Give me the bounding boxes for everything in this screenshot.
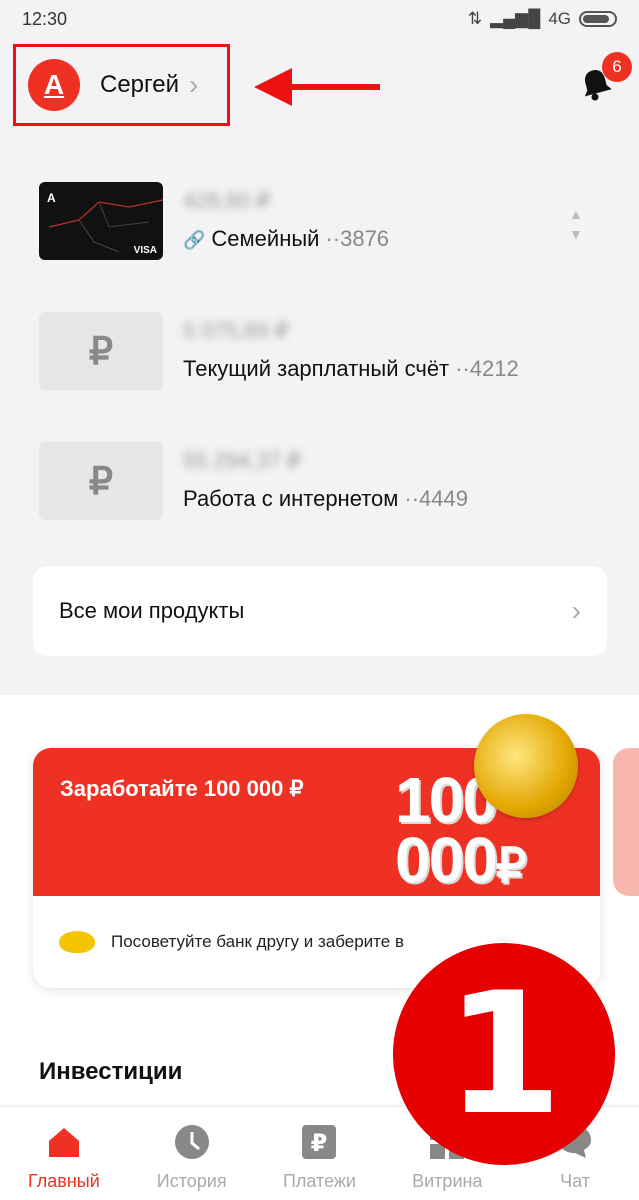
nav-label: Главный xyxy=(28,1171,100,1191)
nav-label: Чат xyxy=(560,1171,591,1191)
investments-heading: Инвестиции xyxy=(39,1058,183,1085)
svg-text:А: А xyxy=(47,191,56,205)
account-number: ··4449 xyxy=(404,486,468,511)
data-arrows-icon: ⇅ xyxy=(467,9,483,28)
profile-name: Сергей xyxy=(100,71,180,98)
chevron-right-icon: › xyxy=(189,69,199,100)
signal-icon: ▂▄▆█ xyxy=(490,9,541,28)
all-products-button[interactable]: Все мои продукты › xyxy=(33,566,607,656)
ruble-icon: ₽ xyxy=(39,442,163,520)
avatar: А xyxy=(28,59,80,111)
status-icons: ⇅ ▂▄▆█ 4G xyxy=(468,9,617,29)
nav-label: Витрина xyxy=(412,1171,483,1191)
gold-coin-icon xyxy=(474,714,578,818)
account-item[interactable]: А VISA 428,60 ₽ 🔗 Семейный ··3876 ▲ ▼ xyxy=(39,182,619,262)
status-bar: 12:30 ⇅ ▂▄▆█ 4G xyxy=(0,0,639,38)
account-balance: 55 294,37 ₽ xyxy=(183,448,301,473)
card-thumbnail: А VISA xyxy=(39,182,163,260)
network-type: 4G xyxy=(548,9,571,28)
svg-text:₽: ₽ xyxy=(311,1129,328,1157)
nav-item-payments[interactable]: ₽ Платежи xyxy=(256,1107,384,1200)
account-name: Текущий зарплатный счёт ··4212 xyxy=(183,356,519,381)
account-balance: 5 075,89 ₽ xyxy=(183,318,289,343)
status-time: 12:30 xyxy=(22,8,68,29)
account-balance: 428,60 ₽ xyxy=(183,188,271,213)
handshake-icon xyxy=(59,931,95,953)
card-brand-label: VISA xyxy=(133,245,157,256)
link-icon: 🔗 xyxy=(183,230,206,250)
notification-badge: 6 xyxy=(602,52,632,82)
account-number: ··3876 xyxy=(325,226,390,251)
promo-title: Заработайте 100 000 ₽ xyxy=(60,776,304,801)
account-name: 🔗 Семейный ··3876 xyxy=(183,226,390,251)
nav-label: Платежи xyxy=(282,1171,356,1191)
nav-item-home[interactable]: Главный xyxy=(0,1107,128,1200)
clock-icon xyxy=(174,1125,209,1159)
nav-item-history[interactable]: История xyxy=(128,1107,256,1200)
account-number: ··4212 xyxy=(455,356,519,381)
ruble-square-icon: ₽ xyxy=(302,1125,337,1159)
reorder-icon[interactable]: ▲ ▼ xyxy=(569,204,583,244)
home-icon xyxy=(48,1128,79,1157)
step-number-badge: 1 xyxy=(393,943,615,1165)
nav-label: История xyxy=(156,1171,227,1191)
ruble-icon: ₽ xyxy=(39,312,163,390)
promo-text: Посоветуйте банк другу и заберите в xyxy=(111,932,404,951)
account-item[interactable]: ₽ 55 294,37 ₽ Работа с интернетом ··4449 xyxy=(39,442,619,522)
annotation-arrow-icon xyxy=(254,68,380,106)
chevron-right-icon: › xyxy=(571,595,581,626)
all-products-label: Все мои продукты xyxy=(59,598,245,623)
battery-icon xyxy=(579,11,617,27)
next-promo-card[interactable] xyxy=(613,748,639,896)
account-name: Работа с интернетом ··4449 xyxy=(183,486,468,511)
profile-button[interactable]: А Сергей › xyxy=(13,44,230,126)
account-item[interactable]: ₽ 5 075,89 ₽ Текущий зарплатный счёт ··42… xyxy=(39,312,619,392)
